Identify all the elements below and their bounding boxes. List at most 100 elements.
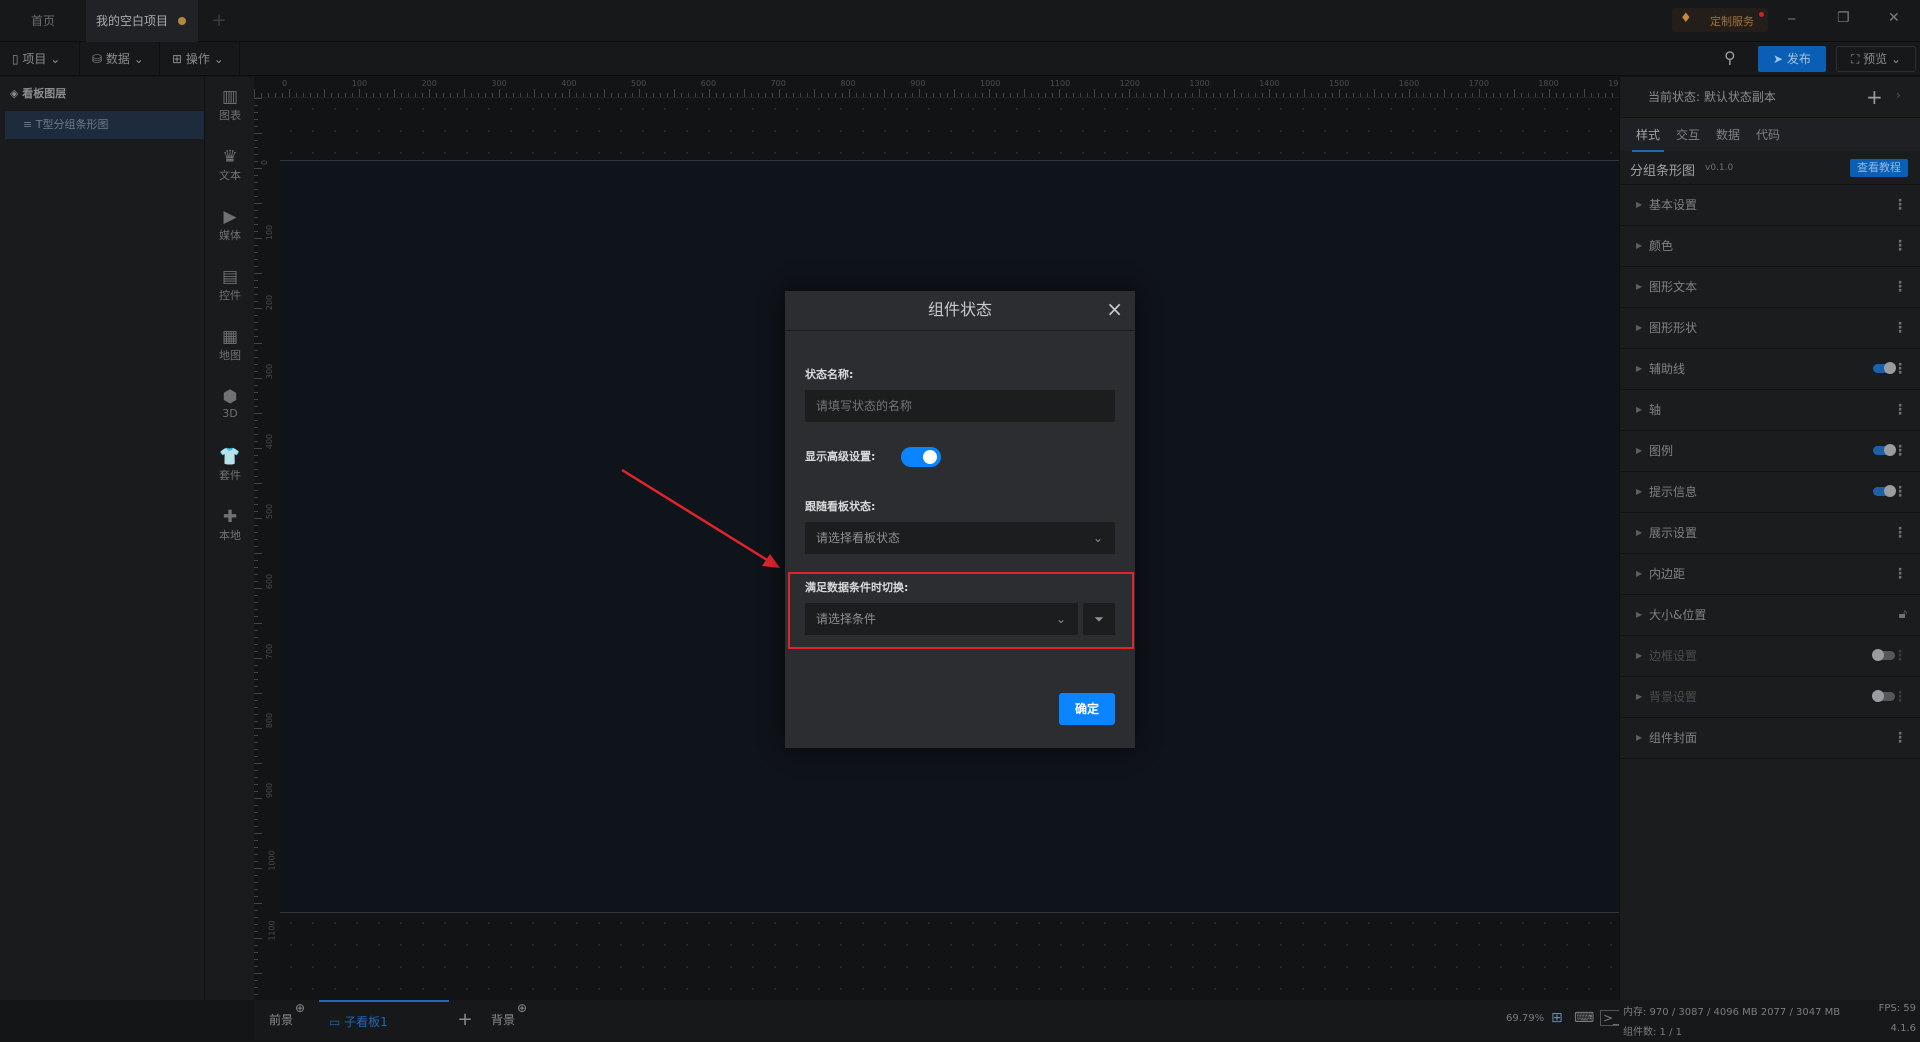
ruler-tick	[793, 93, 794, 97]
section-toggle[interactable]	[1873, 362, 1896, 374]
ruler-tick	[1591, 93, 1592, 97]
section-row[interactable]: ▶ 背景设置 ⋮	[1620, 677, 1920, 718]
iconbar-item[interactable]: ▥ 图表	[205, 87, 255, 123]
minimize-button[interactable]: ─	[1788, 12, 1795, 26]
iconbar-item[interactable]: ✚ 本地	[205, 507, 255, 543]
section-row[interactable]: ▶ 轴 ⋮	[1620, 390, 1920, 431]
add-circle-icon[interactable]: ⊕	[517, 988, 527, 1028]
section-row[interactable]: ▶ 基本设置 ⋮	[1620, 185, 1920, 226]
zoom-level[interactable]: 69.79%	[1506, 1013, 1544, 1024]
more-vertical-icon[interactable]: ⋮	[1893, 554, 1907, 594]
property-tab[interactable]: 样式	[1632, 126, 1665, 152]
iconbar-item[interactable]: 👕 套件	[205, 447, 255, 483]
iconbar-item[interactable]: ♛ 文本	[205, 147, 255, 183]
section-row[interactable]: ▶ 提示信息 ⋮	[1620, 472, 1920, 513]
section-row[interactable]: ▶ 图形文本 ⋮	[1620, 267, 1920, 308]
new-tab-button[interactable]: +	[204, 0, 234, 42]
more-vertical-icon[interactable]: ⋮	[1893, 349, 1907, 389]
more-vertical-icon[interactable]: ⋮	[1893, 226, 1907, 266]
section-row[interactable]: ▶ 辅助线 ⋮	[1620, 349, 1920, 390]
section-toggle[interactable]	[1872, 649, 1895, 661]
restore-button[interactable]: ❐	[1837, 10, 1850, 26]
section-row[interactable]: ▶ 展示设置 ⋮	[1620, 513, 1920, 554]
add-circle-icon[interactable]: ⊕	[295, 988, 305, 1028]
more-vertical-icon[interactable]: ⋮	[1893, 308, 1907, 348]
background-tab[interactable]: 背景 ⊕	[481, 1000, 540, 1040]
ruler-tick	[1430, 93, 1431, 97]
current-state-value[interactable]: 默认状态副本	[1704, 90, 1776, 104]
layer-item[interactable]: ≡ T型分组条形图	[5, 111, 204, 139]
advanced-settings-toggle[interactable]	[901, 447, 941, 467]
condition-select[interactable]: 请选择条件 ⌄	[805, 603, 1078, 635]
iconbar-item[interactable]: ⬢ 3D	[205, 387, 255, 420]
custom-service-button[interactable]: ♦ 定制服务	[1672, 8, 1768, 32]
ruler-tick	[275, 93, 276, 97]
more-vertical-icon[interactable]: ⋮	[1893, 636, 1907, 676]
search-icon[interactable]: ⚲	[1724, 48, 1736, 67]
section-toggle[interactable]	[1873, 444, 1896, 456]
lock-icon[interactable]: 🔓︎	[1899, 595, 1907, 635]
keyboard-icon[interactable]: ⌨	[1574, 1010, 1594, 1026]
tutorial-button[interactable]: 查看教程	[1850, 159, 1908, 177]
more-vertical-icon[interactable]: ⋮	[1893, 431, 1907, 471]
add-state-icon[interactable]: +	[1866, 85, 1883, 109]
menu-operate[interactable]: ⊞ 操作 ⌄	[160, 42, 240, 76]
property-tab[interactable]: 数据	[1716, 126, 1740, 143]
section-label: 颜色	[1649, 239, 1674, 253]
preview-button[interactable]: ⛶ 预览 ⌄	[1836, 46, 1916, 72]
more-vertical-icon[interactable]: ⋮	[1893, 718, 1907, 758]
section-row[interactable]: ▶ 组件封面 ⋮	[1620, 718, 1920, 759]
ruler-tick	[1073, 93, 1074, 97]
section-toggle[interactable]	[1872, 690, 1895, 702]
foreground-tab[interactable]: 前景 ⊕	[259, 1000, 318, 1040]
section-row[interactable]: ▶ 图例 ⋮	[1620, 431, 1920, 472]
tab-project[interactable]: 我的空白项目	[86, 0, 198, 42]
ruler-label: 1200	[1119, 79, 1140, 88]
iconbar-glyph-icon: ♛	[222, 147, 238, 167]
more-vertical-icon[interactable]: ⋮	[1893, 267, 1907, 307]
ruler-tick	[254, 175, 258, 176]
section-row[interactable]: ▶ 图形形状 ⋮	[1620, 308, 1920, 349]
iconbar-item[interactable]: ▦ 地图	[205, 327, 255, 363]
subboard-tab[interactable]: ▭ 子看板1	[319, 1000, 449, 1040]
chevron-down-icon: ⌄	[133, 52, 144, 66]
more-vertical-icon[interactable]: ⋮	[1893, 513, 1907, 553]
publish-button[interactable]: ➤ 发布	[1758, 46, 1826, 72]
follow-state-select[interactable]: 请选择看板状态 ⌄	[805, 522, 1115, 554]
state-name-input[interactable]	[805, 390, 1115, 422]
confirm-button[interactable]: 确定	[1059, 693, 1115, 725]
more-vertical-icon[interactable]: ⋮	[1893, 390, 1907, 430]
ruler-tick	[702, 93, 703, 97]
section-row[interactable]: ▶ 边框设置 ⋮	[1620, 636, 1920, 677]
more-vertical-icon[interactable]: ⋮	[1893, 677, 1907, 717]
section-row[interactable]: ▶ 大小&位置 🔓︎	[1620, 595, 1920, 636]
more-vertical-icon[interactable]: ⋮	[1893, 185, 1907, 225]
ruler-tick	[254, 973, 262, 974]
chevron-down-icon: ⌄	[213, 52, 224, 66]
ruler-tick	[254, 658, 262, 659]
add-filter-button[interactable]: ⏷	[1083, 603, 1115, 635]
add-board-button[interactable]: +	[449, 1000, 481, 1040]
close-window-button[interactable]: ✕	[1888, 10, 1900, 26]
iconbar-item[interactable]: ▶ 媒体	[205, 207, 255, 243]
ruler-tick	[863, 93, 864, 97]
section-row[interactable]: ▶ 内边距 ⋮	[1620, 554, 1920, 595]
menu-data[interactable]: ⛁ 数据 ⌄	[80, 42, 160, 76]
chevron-right-icon[interactable]: ›	[1896, 88, 1901, 102]
fit-screen-icon[interactable]: ⊞	[1551, 1010, 1563, 1026]
section-toggle[interactable]	[1873, 485, 1896, 497]
close-icon[interactable]: ×	[1106, 297, 1123, 321]
iconbar-item[interactable]: ▤ 控件	[205, 267, 255, 303]
tab-home[interactable]: 首页	[0, 0, 86, 42]
ruler-label: 600	[265, 573, 275, 589]
ruler-tick	[758, 93, 759, 97]
property-tab[interactable]: 交互	[1676, 126, 1700, 143]
ruler-tick	[1353, 93, 1354, 97]
more-vertical-icon[interactable]: ⋮	[1893, 472, 1907, 512]
property-tab[interactable]: 代码	[1756, 126, 1780, 143]
current-state: 当前状态: 默认状态副本	[1648, 77, 1776, 117]
iconbar-label: 套件	[219, 469, 241, 482]
section-row[interactable]: ▶ 颜色 ⋮	[1620, 226, 1920, 267]
ruler-tick	[772, 93, 773, 97]
menu-project[interactable]: ▯ 项目 ⌄	[0, 42, 80, 76]
